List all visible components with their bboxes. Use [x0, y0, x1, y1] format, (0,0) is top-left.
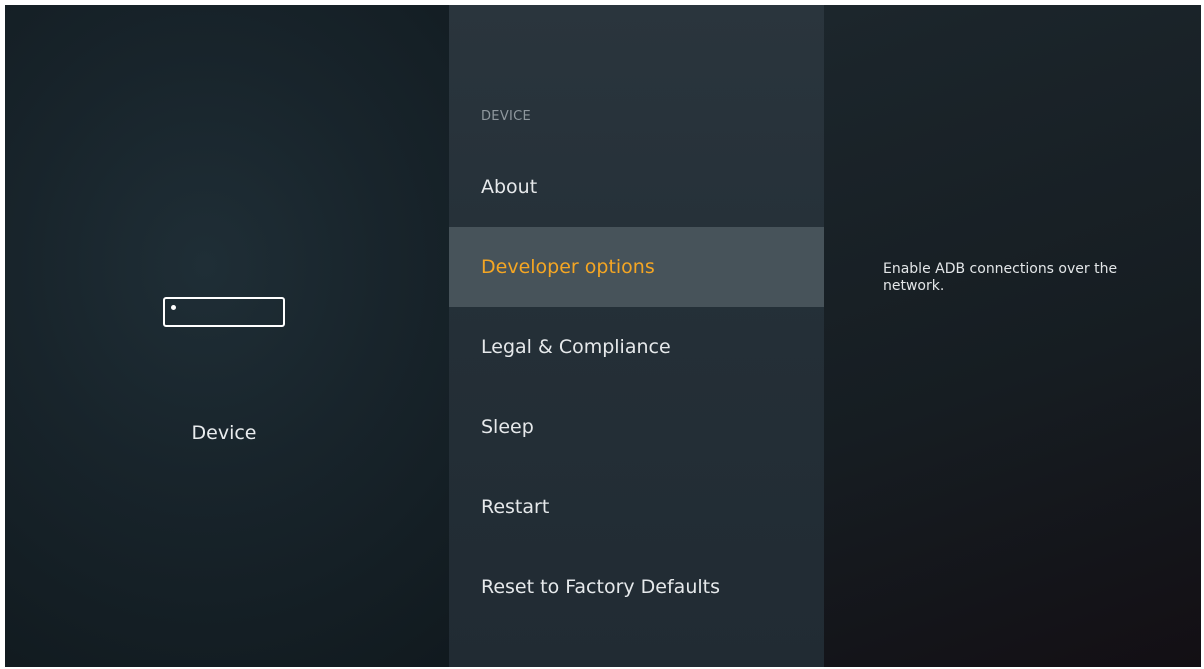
- device-led-icon: [171, 305, 176, 310]
- menu-item-about[interactable]: About: [449, 147, 824, 227]
- settings-screen: Device DEVICE About Developer options Le…: [5, 5, 1201, 667]
- menu-item-label: Sleep: [481, 416, 534, 438]
- menu-item-developer-options[interactable]: Developer options: [449, 227, 824, 307]
- menu-item-label: Legal & Compliance: [481, 336, 671, 358]
- menu-item-label: Developer options: [481, 256, 655, 278]
- menu-item-label: Reset to Factory Defaults: [481, 576, 720, 598]
- menu-item-label: About: [481, 176, 538, 198]
- menu-item-label: Restart: [481, 496, 550, 518]
- menu-item-reset-factory-defaults[interactable]: Reset to Factory Defaults: [449, 547, 824, 627]
- description-panel: Enable ADB connections over the network.: [824, 5, 1201, 667]
- menu-item-legal-compliance[interactable]: Legal & Compliance: [449, 307, 824, 387]
- menu-item-restart[interactable]: Restart: [449, 467, 824, 547]
- category-label: Device: [191, 422, 257, 444]
- settings-menu: DEVICE About Developer options Legal & C…: [449, 5, 824, 667]
- device-icon: [163, 297, 285, 327]
- category-panel: Device: [5, 5, 449, 667]
- menu-item-sleep[interactable]: Sleep: [449, 387, 824, 467]
- menu-section-header: DEVICE: [481, 109, 532, 124]
- option-description: Enable ADB connections over the network.: [883, 261, 1118, 294]
